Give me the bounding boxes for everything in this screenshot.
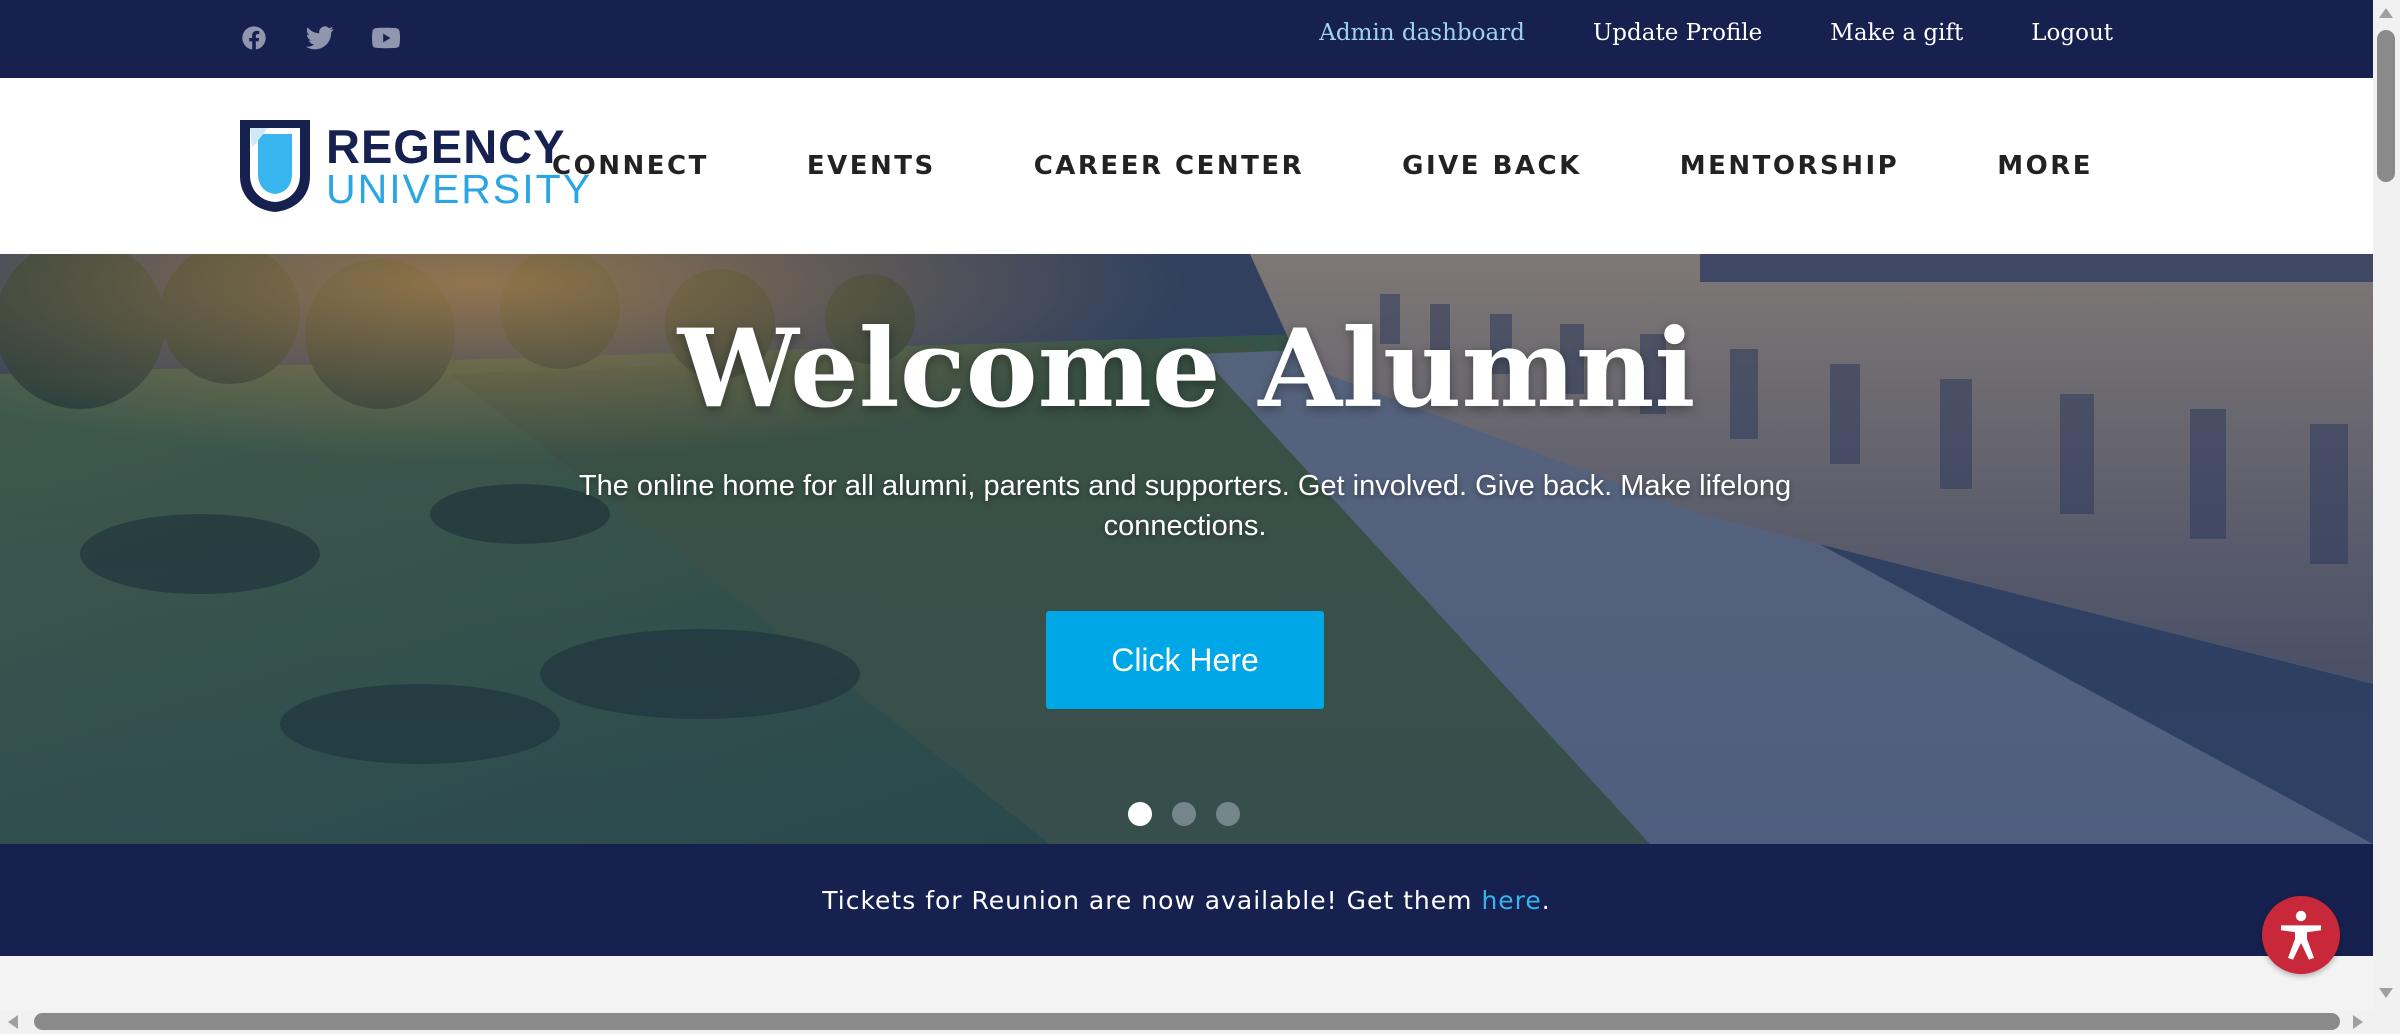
- facebook-icon[interactable]: [236, 22, 272, 54]
- scroll-up-arrow-icon[interactable]: [2379, 8, 2393, 18]
- carousel-dot-2[interactable]: [1172, 802, 1196, 826]
- scroll-left-arrow-icon[interactable]: [8, 1015, 18, 1029]
- logout-link[interactable]: Logout: [2031, 20, 2113, 46]
- vertical-scroll-thumb[interactable]: [2377, 30, 2395, 182]
- nav-item-career-center[interactable]: CAREER CENTER: [1034, 151, 1304, 181]
- main-navigation: REGENCY UNIVERSITY CONNECT EVENTS CAREER…: [0, 78, 2373, 254]
- announcement-text: Tickets for Reunion are now available! G…: [822, 885, 1482, 915]
- admin-dashboard-link[interactable]: Admin dashboard: [1319, 20, 1525, 46]
- shield-icon: [240, 120, 310, 212]
- scroll-down-arrow-icon[interactable]: [2379, 988, 2393, 998]
- hero-cta-button[interactable]: Click Here: [1046, 611, 1324, 709]
- horizontal-scroll-thumb[interactable]: [34, 1013, 2340, 1030]
- hero-subtitle: The online home for all alumni, parents …: [578, 470, 1792, 542]
- social-links: [236, 22, 404, 54]
- hero-carousel: Welcome Alumni The online home for all a…: [0, 254, 2373, 844]
- nav-item-events[interactable]: EVENTS: [807, 151, 936, 181]
- carousel-dot-1[interactable]: [1128, 802, 1152, 826]
- horizontal-scrollbar[interactable]: [0, 1010, 2373, 1034]
- hero-title: Welcome Alumni: [677, 306, 1696, 432]
- primary-nav: CONNECT EVENTS CAREER CENTER GIVE BACK M…: [552, 78, 2093, 254]
- scrollbar-corner: [2373, 1010, 2400, 1034]
- accessibility-icon: [2281, 910, 2321, 960]
- top-utility-bar: Admin dashboard Update Profile Make a gi…: [0, 0, 2373, 78]
- nav-item-connect[interactable]: CONNECT: [552, 151, 709, 181]
- carousel-dot-3[interactable]: [1216, 802, 1240, 826]
- announcement-link[interactable]: here: [1481, 886, 1541, 915]
- make-a-gift-link[interactable]: Make a gift: [1830, 20, 1963, 46]
- scroll-right-arrow-icon[interactable]: [2353, 1015, 2363, 1029]
- carousel-indicators: [1128, 802, 1240, 826]
- accessibility-button[interactable]: [2262, 896, 2340, 974]
- update-profile-link[interactable]: Update Profile: [1593, 20, 1762, 46]
- nav-item-more[interactable]: MORE: [1997, 151, 2093, 181]
- nav-item-mentorship[interactable]: MENTORSHIP: [1680, 151, 1899, 181]
- university-logo[interactable]: REGENCY UNIVERSITY: [238, 118, 592, 214]
- youtube-icon[interactable]: [368, 22, 404, 54]
- twitter-icon[interactable]: [302, 22, 338, 54]
- top-links: Admin dashboard Update Profile Make a gi…: [1319, 0, 2113, 66]
- announcement-period: .: [1541, 885, 1551, 915]
- vertical-scrollbar[interactable]: [2373, 0, 2400, 1010]
- announcement-bar: Tickets for Reunion are now available! G…: [0, 844, 2373, 956]
- nav-item-give-back[interactable]: GIVE BACK: [1402, 151, 1582, 181]
